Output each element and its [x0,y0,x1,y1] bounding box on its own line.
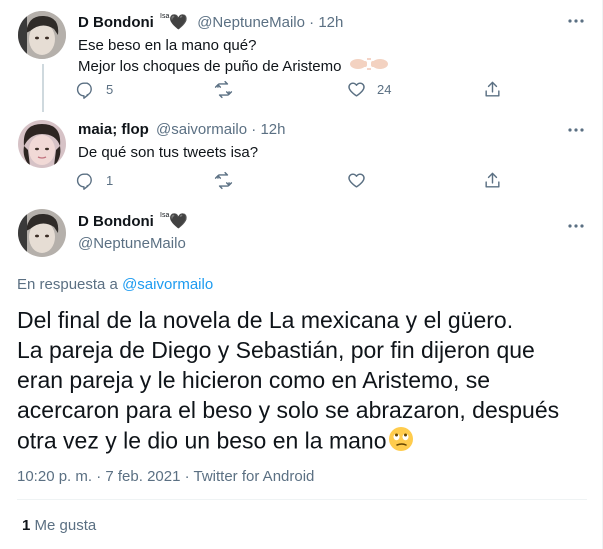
black-heart-emoji: 🖤 [169,213,189,230]
reply-button[interactable]: 1 [76,171,113,190]
fist-bump-emoji [348,56,390,78]
share-button[interactable] [483,80,502,99]
reply-icon [76,173,92,190]
main-tweet-body: Del final de la novela de La mexicana y … [17,307,560,454]
tweet-actions: 1 [76,171,506,195]
avatar[interactable] [18,209,66,257]
tweet-time[interactable]: 12h [318,14,343,31]
likes-count: 1 [22,517,31,534]
separator-dot: · [309,14,315,31]
share-icon [485,81,500,97]
separator-dot: · [251,121,257,138]
tweet-header: maia; flop @saivormailo · 12h [78,121,285,138]
share-icon [485,172,500,188]
tweet-text-line-2: Mejor los choques de puño de Aristemo [78,56,390,78]
retweet-button[interactable] [214,80,244,99]
share-button[interactable] [483,171,502,190]
tweet-timestamp[interactable]: 10:20 p. m. · 7 feb. 2021 · Twitter for … [17,468,314,485]
retweet-icon [214,171,233,190]
likes-label: Me gusta [34,517,97,534]
tweet-time[interactable]: 12h [260,121,285,138]
reply-button[interactable]: 5 [76,80,113,99]
avatar[interactable] [18,11,66,59]
reply-icon [76,82,92,99]
more-icon[interactable] [566,124,586,144]
reply-count: 1 [106,173,114,188]
retweet-button[interactable] [214,171,244,190]
like-icon [348,173,365,188]
author-block: D Bondoni Isa🖤 [78,212,188,230]
like-icon [348,82,365,97]
reply-prefix: En respuesta a [17,276,118,293]
like-count: 24 [377,82,392,97]
reply-context: En respuesta a @saivormailo [17,276,213,293]
tweet-text: De qué son tus tweets isa? [78,144,259,161]
like-button[interactable] [347,171,377,190]
more-icon[interactable] [566,220,586,240]
eye-roll-emoji [387,425,415,460]
tweet-header: D Bondoni Isa🖤 @NeptuneMailo · 12h [78,13,343,31]
retweet-icon [214,80,233,99]
reply-handle-link[interactable]: @saivormailo [122,276,213,293]
author-handle[interactable]: @saivormailo [156,121,247,138]
likes-stat[interactable]: 1 Me gusta [22,517,96,534]
reply-count: 5 [106,82,114,97]
author-name[interactable]: D Bondoni [78,14,154,31]
more-icon[interactable] [566,15,586,35]
tweet-actions: 5 24 [76,80,506,104]
author-handle[interactable]: @NeptuneMailo [197,14,305,31]
main-tweet-text: Del final de la novela de La mexicana y … [17,305,587,460]
divider [17,499,587,500]
author-name[interactable]: maia; flop [78,121,149,138]
tweet-thread-page: D Bondoni Isa🖤 @NeptuneMailo · 12h Ese b… [0,0,603,549]
like-button[interactable]: 24 [347,80,391,99]
tweet-text: Ese beso en la mano qué? Mejor los choqu… [78,36,390,78]
avatar[interactable] [18,120,66,168]
thread-connector [42,64,44,112]
author-superscript: Isa [160,212,170,219]
black-heart-emoji: 🖤 [169,14,189,31]
tweet-text-line-1: Ese beso en la mano qué? [78,37,257,54]
author-superscript: Isa [160,13,170,20]
author-name[interactable]: D Bondoni [78,213,154,230]
author-handle[interactable]: @NeptuneMailo [78,235,186,252]
